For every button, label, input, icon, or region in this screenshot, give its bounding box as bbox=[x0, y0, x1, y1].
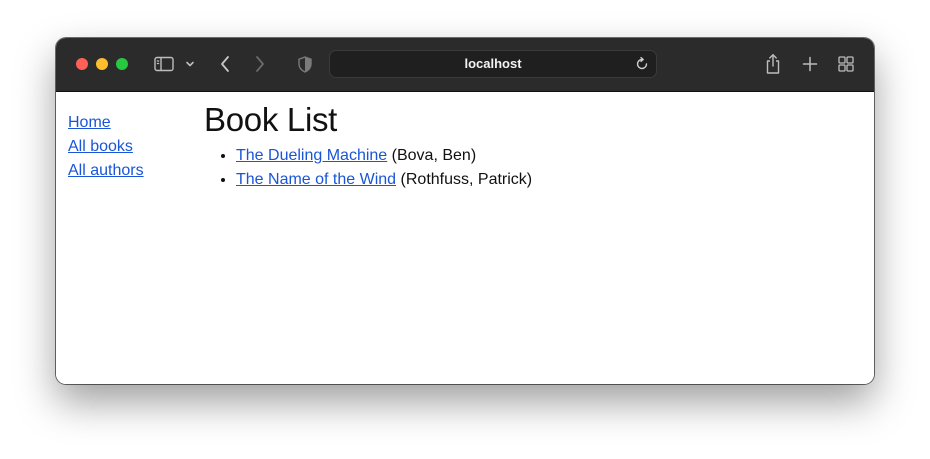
book-author: (Bova, Ben) bbox=[391, 147, 477, 164]
nav-link-all-authors[interactable]: All authors bbox=[68, 159, 188, 183]
sidebar-nav: Home All books All authors bbox=[68, 111, 188, 183]
address-bar[interactable]: localhost bbox=[329, 50, 657, 78]
browser-window: localhost Home All books All authors Boo… bbox=[56, 38, 874, 384]
chevron-down-icon[interactable] bbox=[184, 52, 196, 76]
book-link[interactable]: The Dueling Machine bbox=[236, 147, 387, 164]
sidebar-icon[interactable] bbox=[153, 52, 175, 76]
shield-icon[interactable] bbox=[297, 52, 313, 76]
plus-icon[interactable] bbox=[801, 52, 819, 76]
nav-link-home[interactable]: Home bbox=[68, 111, 188, 135]
maximize-window-button[interactable] bbox=[116, 58, 128, 70]
grid-icon[interactable] bbox=[837, 52, 855, 76]
close-window-button[interactable] bbox=[76, 58, 88, 70]
book-link[interactable]: The Name of the Wind bbox=[236, 171, 396, 188]
list-item: The Name of the Wind (Rothfuss, Patrick) bbox=[236, 168, 844, 192]
main-content: Book List The Dueling Machine (Bova, Ben… bbox=[204, 100, 844, 192]
stage: localhost Home All books All authors Boo… bbox=[0, 0, 930, 459]
nav-link-all-books[interactable]: All books bbox=[68, 135, 188, 159]
address-text[interactable]: localhost bbox=[330, 51, 656, 79]
book-list: The Dueling Machine (Bova, Ben) The Name… bbox=[204, 144, 844, 192]
back-arrow-icon[interactable] bbox=[217, 52, 233, 76]
book-author: (Rothfuss, Patrick) bbox=[400, 171, 533, 188]
forward-arrow-icon[interactable] bbox=[252, 52, 268, 76]
browser-toolbar: localhost bbox=[56, 38, 874, 92]
page-content: Home All books All authors Book List The… bbox=[56, 92, 874, 384]
minimize-window-button[interactable] bbox=[96, 58, 108, 70]
reload-icon[interactable] bbox=[634, 56, 650, 72]
list-item: The Dueling Machine (Bova, Ben) bbox=[236, 144, 844, 168]
page-title: Book List bbox=[204, 101, 338, 138]
share-icon[interactable] bbox=[763, 52, 783, 76]
